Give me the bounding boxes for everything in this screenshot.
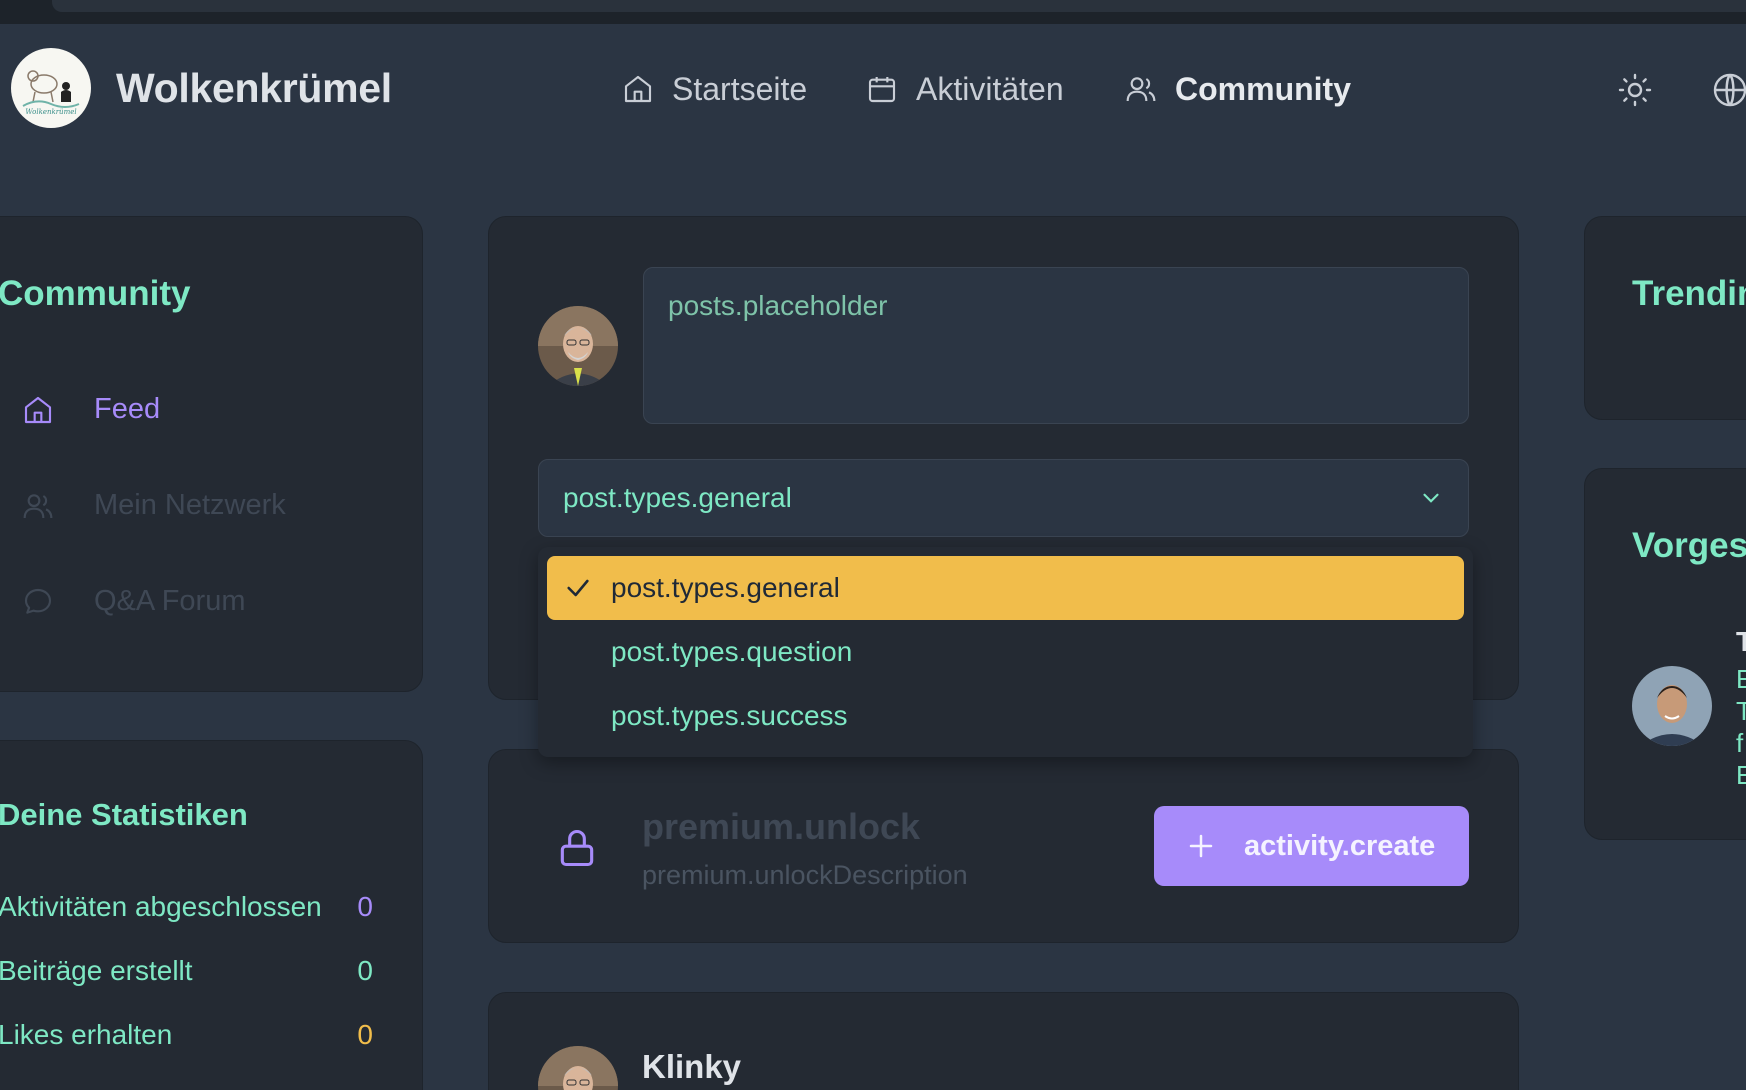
trending-title: Trendin	[1632, 274, 1746, 313]
suggested-title: Vorges	[1632, 526, 1746, 565]
suggested-line: E	[1736, 760, 1746, 790]
suggested-line: T	[1736, 696, 1746, 726]
option-question[interactable]: post.types.question	[547, 620, 1464, 684]
lock-icon	[560, 830, 594, 867]
nav-label: Aktivitäten	[916, 70, 1064, 107]
globe-icon[interactable]	[1712, 72, 1746, 108]
user-photo	[1632, 666, 1712, 746]
option-label: post.types.general	[611, 572, 840, 603]
post-menu-button[interactable]: ...	[1414, 1072, 1445, 1090]
stat-value: 0	[357, 955, 373, 986]
suggested-avatar[interactable]	[1632, 666, 1712, 746]
sidebar-item-qa-forum[interactable]: Q&A Forum	[22, 585, 246, 618]
option-label: post.types.question	[611, 636, 853, 667]
nav-community[interactable]: Community	[1125, 64, 1351, 114]
stat-row: Likes erhalten 0	[0, 1019, 373, 1051]
nav-label: Startseite	[672, 70, 808, 107]
home-icon	[624, 75, 652, 103]
stat-label: Beiträge erstellt	[0, 955, 193, 986]
calendar-icon	[868, 77, 896, 103]
sidebar-item-label: Feed	[94, 393, 161, 425]
suggested-card	[1584, 468, 1746, 840]
logo-illustration: Wolkenkrümel	[13, 50, 89, 126]
suggested-line: f	[1736, 728, 1744, 758]
users-icon	[23, 493, 53, 518]
sidebar-item-network[interactable]: Mein Netzwerk	[22, 489, 286, 522]
users-icon	[1126, 77, 1156, 102]
post-textarea[interactable]: posts.placeholder	[643, 267, 1469, 424]
chevron-down-icon	[1423, 493, 1439, 503]
plus-icon	[1189, 834, 1213, 858]
button-label: activity.create	[1244, 829, 1436, 862]
stat-value: 0	[357, 1019, 373, 1050]
stat-label: Likes erhalten	[0, 1019, 173, 1050]
suggested-line: E	[1736, 664, 1746, 694]
stat-label: Aktivitäten abgeschlossen	[0, 891, 322, 922]
nav-label: Community	[1175, 70, 1351, 107]
chat-bubble-icon	[24, 588, 52, 614]
app-header: Wolkenkrümel Wolkenkrümel Startseite Akt…	[0, 24, 1746, 154]
option-general[interactable]: post.types.general	[547, 556, 1464, 620]
app-logo[interactable]: Wolkenkrümel	[11, 48, 91, 128]
browser-top-strip	[0, 0, 1746, 24]
post-type-dropdown: post.types.general post.types.question p…	[538, 547, 1473, 757]
suggested-name[interactable]: T	[1736, 626, 1746, 658]
sun-icon[interactable]	[1617, 72, 1653, 108]
premium-title: premium.unlock	[642, 806, 921, 847]
trending-card	[1584, 216, 1746, 420]
svg-text:Wolkenkrümel: Wolkenkrümel	[25, 108, 76, 116]
post-author[interactable]: Klinky	[642, 1048, 741, 1086]
post-type-select[interactable]: post.types.general	[538, 459, 1469, 537]
user-photo	[538, 306, 618, 386]
check-icon	[567, 579, 589, 597]
option-label: post.types.success	[611, 700, 848, 731]
sidebar-title: Community	[0, 274, 191, 313]
stat-value: 0	[357, 891, 373, 922]
option-success[interactable]: post.types.success	[547, 684, 1464, 748]
create-activity-button[interactable]: activity.create	[1154, 806, 1469, 886]
sidebar-item-label: Mein Netzwerk	[94, 489, 286, 521]
address-bar[interactable]	[52, 0, 1746, 12]
nav-startseite[interactable]: Startseite	[622, 64, 807, 114]
sidebar-item-feed[interactable]: Feed	[22, 393, 160, 426]
app-title[interactable]: Wolkenkrümel	[116, 65, 392, 112]
home-icon	[24, 396, 52, 423]
stat-row: Aktivitäten abgeschlossen 0	[0, 891, 373, 923]
nav-aktivitaeten[interactable]: Aktivitäten	[866, 64, 1064, 114]
stat-row: Beiträge erstellt 0	[0, 955, 373, 987]
premium-description: premium.unlockDescription	[642, 860, 968, 890]
stats-title: Deine Statistiken	[0, 797, 248, 832]
sidebar-item-label: Q&A Forum	[94, 585, 246, 617]
select-value: post.types.general	[563, 482, 792, 513]
textarea-placeholder: posts.placeholder	[668, 290, 888, 321]
avatar[interactable]	[538, 306, 618, 386]
